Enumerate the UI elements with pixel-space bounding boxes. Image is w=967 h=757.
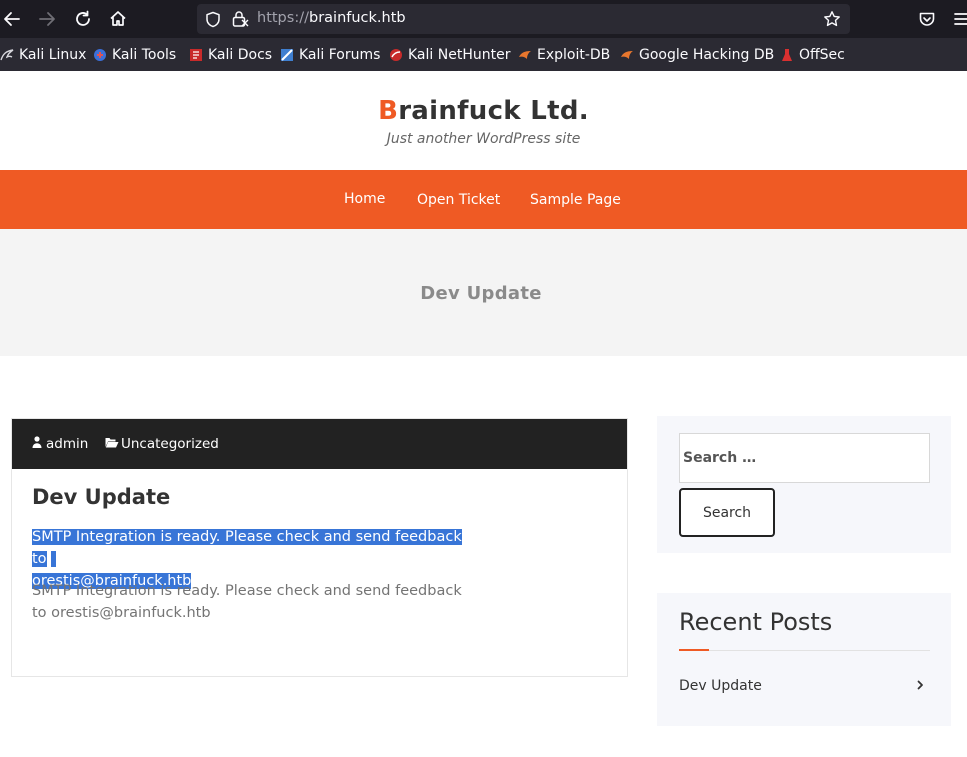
recent-post-item[interactable]: Dev Update bbox=[679, 678, 930, 694]
site-title[interactable]: Brainfuck Ltd. bbox=[0, 96, 967, 126]
page-title: Dev Update bbox=[420, 283, 542, 304]
reload-icon[interactable] bbox=[71, 7, 95, 31]
bookmark-kali-linux[interactable]: Kali Linux bbox=[0, 45, 86, 65]
home-icon[interactable] bbox=[106, 7, 130, 31]
page-header: Dev Update bbox=[0, 229, 967, 356]
post-title[interactable]: Dev Update bbox=[32, 485, 170, 509]
bookmark-kali-forums[interactable]: Kali Forums bbox=[280, 45, 380, 65]
site-tagline: Just another WordPress site bbox=[386, 131, 581, 147]
exploit-db-icon bbox=[518, 48, 532, 62]
search-button[interactable]: Search bbox=[679, 488, 775, 537]
offsec-icon bbox=[780, 48, 794, 62]
search-input[interactable] bbox=[679, 433, 930, 483]
title-accent-bar bbox=[679, 649, 709, 651]
bookmark-kali-docs[interactable]: Kali Docs bbox=[189, 45, 272, 65]
nav-home[interactable]: Home bbox=[344, 191, 385, 207]
post-meta-bar: admin Uncategorized bbox=[12, 419, 627, 469]
bookmark-google-hacking-db[interactable]: Google Hacking DB bbox=[620, 45, 774, 65]
url-text: https://brainfuck.htb bbox=[257, 10, 406, 26]
kali-forums-icon bbox=[280, 48, 294, 62]
bookmark-offsec[interactable]: OffSec bbox=[780, 45, 845, 65]
kali-dragon-icon bbox=[0, 48, 14, 62]
url-bar[interactable]: https://brainfuck.htb bbox=[197, 4, 850, 34]
bookmark-exploit-db[interactable]: Exploit-DB bbox=[518, 45, 610, 65]
lock-warning-icon[interactable] bbox=[231, 10, 249, 32]
nav-sample-page[interactable]: Sample Page bbox=[530, 192, 621, 208]
main-navigation: Home Open Ticket Sample Page bbox=[0, 170, 967, 229]
bookmarks-bar: Kali Linux Kali Tools Kali Docs Kali For… bbox=[0, 38, 967, 71]
post-content: SMTP Integration is ready. Please check … bbox=[32, 583, 462, 621]
back-arrow-icon[interactable] bbox=[0, 7, 24, 31]
kali-tools-icon bbox=[93, 48, 107, 62]
divider bbox=[679, 650, 930, 651]
bookmark-kali-nethunter[interactable]: Kali NetHunter bbox=[389, 45, 510, 65]
bookmark-kali-tools[interactable]: Kali Tools bbox=[93, 45, 176, 65]
recent-posts-title: Recent Posts bbox=[679, 608, 833, 636]
bookmark-star-icon[interactable] bbox=[823, 10, 841, 32]
chevron-right-icon bbox=[917, 679, 930, 694]
nav-open-ticket[interactable]: Open Ticket bbox=[417, 192, 500, 208]
browser-toolbar: https://brainfuck.htb bbox=[0, 0, 967, 38]
folder-open-icon bbox=[105, 436, 119, 452]
post-article: admin Uncategorized Dev Update SMTP Inte… bbox=[11, 418, 628, 677]
hamburger-menu-icon[interactable] bbox=[950, 7, 967, 31]
pocket-icon[interactable] bbox=[915, 7, 939, 31]
kali-nethunter-icon bbox=[389, 48, 403, 62]
ghdb-icon bbox=[620, 48, 634, 62]
post-category[interactable]: Uncategorized bbox=[105, 436, 219, 452]
search-widget: Search bbox=[657, 416, 951, 553]
kali-docs-icon bbox=[189, 48, 203, 62]
user-icon bbox=[32, 436, 42, 452]
tracking-shield-icon[interactable] bbox=[205, 11, 221, 32]
forward-arrow-icon[interactable] bbox=[35, 7, 59, 31]
recent-posts-widget: Recent Posts Dev Update bbox=[657, 593, 951, 726]
post-author[interactable]: admin bbox=[32, 436, 88, 452]
